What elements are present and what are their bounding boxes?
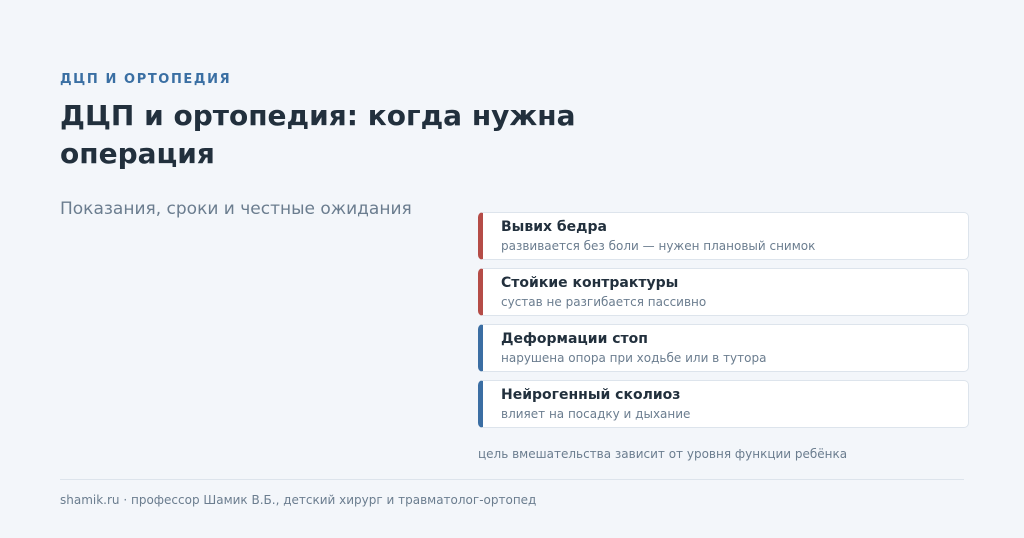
indication-card-contractures: Стойкие контрактуры сустав не разгибаетс… — [478, 268, 969, 316]
indication-description: нарушена опора при ходьбе или в тутора — [501, 351, 767, 365]
indication-title: Нейрогенный сколиоз — [501, 387, 681, 403]
indication-card-hip-dislocation: Вывих бедра развивается без боли — нужен… — [478, 212, 969, 260]
eyebrow-label: ДЦП И ОРТОПЕДИЯ — [60, 72, 232, 87]
indications-list: Вывих бедра развивается без боли — нужен… — [478, 212, 969, 436]
page: ДЦП И ОРТОПЕДИЯ ДЦП и ортопедия: когда н… — [0, 0, 1024, 538]
indication-title: Вывих бедра — [501, 219, 607, 235]
page-title: ДЦП и ортопедия: когда нужна операция — [60, 99, 576, 170]
indication-description: развивается без боли — нужен плановый сн… — [501, 239, 816, 253]
indication-description: влияет на посадку и дыхание — [501, 407, 691, 421]
goal-note: цель вмешательства зависит от уровня фун… — [478, 447, 848, 461]
page-subtitle: Показания, сроки и честные ожидания — [60, 199, 412, 219]
footer-divider — [60, 479, 964, 480]
indication-description: сустав не разгибается пассивно — [501, 295, 707, 309]
indication-card-foot-deformities: Деформации стоп нарушена опора при ходьб… — [478, 324, 969, 372]
indication-title: Деформации стоп — [501, 331, 648, 347]
footer-credits: shamik.ru · профессор Шамик В.Б., детски… — [60, 493, 537, 507]
indication-card-scoliosis: Нейрогенный сколиоз влияет на посадку и … — [478, 380, 969, 428]
indication-title: Стойкие контрактуры — [501, 275, 679, 291]
